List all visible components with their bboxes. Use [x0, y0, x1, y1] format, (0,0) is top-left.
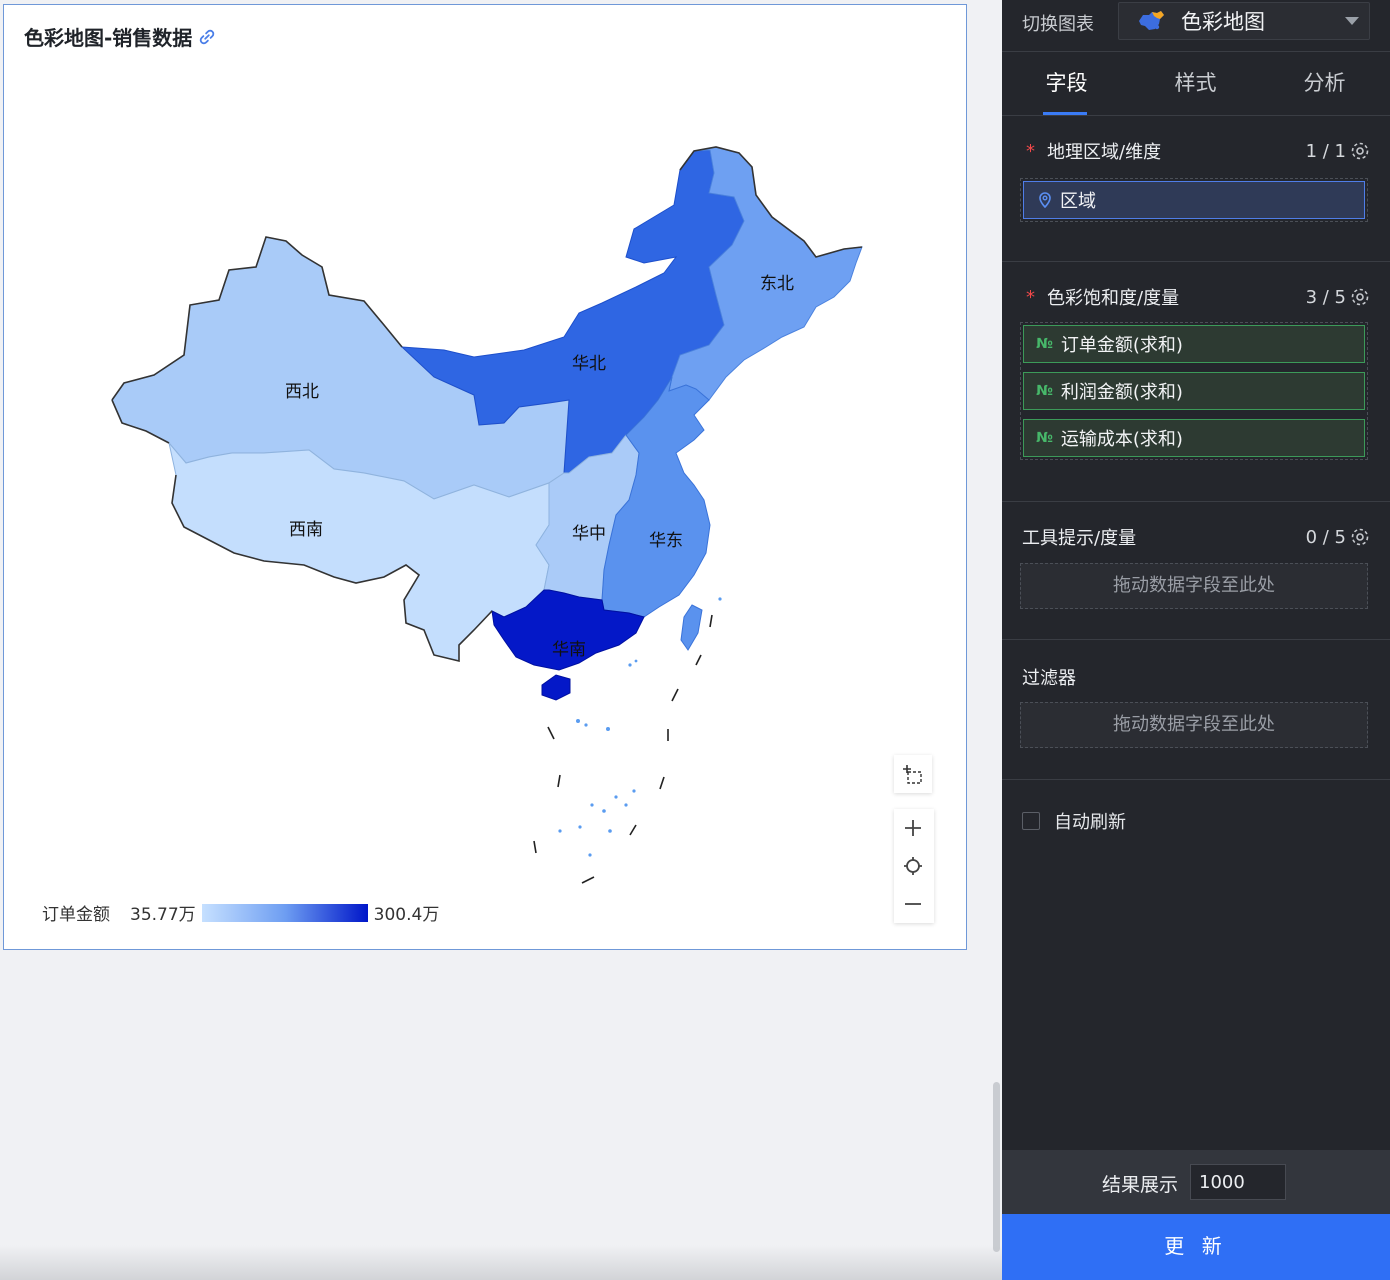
color-legend: 订单金额 35.77万 300.4万 — [42, 900, 439, 925]
tab-analysis[interactable]: 分析 — [1260, 52, 1389, 115]
tooltip-measure-section: 工具提示/度量 0 / 5 拖动数据字段至此处 — [1002, 502, 1390, 640]
legend-gradient-bar[interactable] — [201, 903, 368, 922]
region-huadong-taiwan[interactable] — [680, 604, 703, 651]
geo-section-title: 地理区域/维度 — [1047, 142, 1162, 163]
chevron-down-icon — [1345, 17, 1359, 25]
zoom-in-button[interactable] — [894, 809, 932, 847]
measure-pill-shipping-cost[interactable]: № 运输成本(求和) — [1023, 419, 1365, 457]
update-button[interactable]: 更 新 — [1002, 1214, 1390, 1280]
measure-label: 利润金额(求和) — [1060, 382, 1183, 403]
region-label: 华南 — [552, 640, 586, 660]
geo-dimension-section: * 地理区域/维度 1 / 1 区域 — [1002, 116, 1390, 262]
legend-min-value: 35.77万 — [130, 905, 196, 925]
region-label: 华东 — [649, 531, 683, 551]
china-region-map[interactable]: 西北 华北 东北西南 华中 华东华南 — [4, 5, 966, 949]
chart-type-select[interactable]: 色彩地图 — [1118, 2, 1370, 40]
tooltip-field-count: 0 / 5 — [1305, 526, 1346, 548]
filter-section: 过滤器 拖动数据字段至此处 — [1002, 640, 1390, 780]
zoom-out-button[interactable] — [894, 885, 932, 923]
plus-icon — [905, 820, 921, 836]
canvas-bottom-shadow — [0, 1245, 1002, 1280]
chart-type-value: 色彩地图 — [1181, 10, 1265, 34]
required-mark: * — [1026, 140, 1035, 162]
number-type-icon: № — [1036, 430, 1053, 446]
crosshair-icon — [904, 857, 922, 875]
zoom-tool-group — [894, 809, 934, 923]
geo-field-count: 1 / 1 — [1305, 140, 1346, 162]
result-display-row: 结果展示 — [1002, 1150, 1390, 1214]
map-toolbar — [894, 755, 934, 923]
color-drop-area[interactable]: № 订单金额(求和) № 利润金额(求和) № 运输成本(求和) — [1020, 322, 1368, 460]
measure-label: 运输成本(求和) — [1060, 429, 1183, 450]
tooltip-drop-zone[interactable]: 拖动数据字段至此处 — [1020, 563, 1368, 609]
gear-icon[interactable] — [1350, 141, 1370, 161]
result-display-label: 结果展示 — [1102, 1174, 1179, 1196]
canvas-scrollbar[interactable] — [993, 1082, 1000, 1252]
tab-style[interactable]: 样式 — [1131, 52, 1260, 115]
color-section-title: 色彩饱和度/度量 — [1047, 288, 1180, 309]
region-label: 东北 — [760, 274, 794, 294]
tab-fields[interactable]: 字段 — [1002, 52, 1131, 115]
china-map-icon — [1139, 11, 1164, 30]
region-label: 华中 — [572, 524, 606, 544]
region-label: 西北 — [285, 382, 319, 402]
number-type-icon: № — [1036, 383, 1053, 399]
auto-refresh-checkbox[interactable] — [1022, 812, 1040, 830]
tooltip-section-header: 工具提示/度量 0 / 5 — [1022, 524, 1370, 550]
measure-pill-profit-amount[interactable]: № 利润金额(求和) — [1023, 372, 1365, 410]
chart-card[interactable]: 色彩地图-销售数据 西北 华北 东北 西南 华中 华东 华南 订单金额 35.7… — [3, 4, 967, 950]
auto-refresh-label: 自动刷新 — [1054, 812, 1126, 833]
panel-tabs: 字段 样式 分析 — [1002, 52, 1390, 116]
legend-measure-name: 订单金额 — [42, 905, 110, 925]
geo-field-pill[interactable]: 区域 — [1023, 181, 1365, 219]
color-section-header: * 色彩饱和度/度量 3 / 5 — [1022, 284, 1370, 310]
box-select-icon — [903, 765, 922, 784]
color-measure-section: * 色彩饱和度/度量 3 / 5 № 订单金额(求和) № 利润金额(求和) №… — [1002, 262, 1390, 502]
minus-icon — [905, 903, 921, 905]
legend-max-value: 300.4万 — [373, 905, 440, 925]
region-label: 西南 — [289, 520, 323, 540]
geo-section-header: * 地理区域/维度 1 / 1 — [1022, 138, 1370, 164]
auto-refresh-option[interactable]: 自动刷新 — [1022, 808, 1126, 834]
result-limit-input[interactable] — [1190, 1164, 1286, 1200]
gear-icon[interactable] — [1350, 527, 1370, 547]
location-pin-icon — [1039, 192, 1051, 209]
dashboard-canvas: 色彩地图-销售数据 西北 华北 东北 西南 华中 华东 华南 订单金额 35.7… — [0, 0, 1002, 1280]
filter-section-header: 过滤器 — [1022, 664, 1370, 690]
box-select-tool-button[interactable] — [894, 755, 932, 793]
switch-chart-row: 切换图表 色彩地图 — [1002, 0, 1390, 52]
geo-drop-area[interactable]: 区域 — [1020, 178, 1368, 222]
gear-icon[interactable] — [1350, 287, 1370, 307]
region-label: 华北 — [572, 354, 606, 374]
locate-button[interactable] — [894, 847, 932, 885]
filter-section-title: 过滤器 — [1022, 668, 1076, 689]
geo-field-label: 区域 — [1060, 191, 1096, 212]
color-field-count: 3 / 5 — [1305, 286, 1346, 308]
region-huanan-hainan[interactable] — [541, 674, 571, 701]
number-type-icon: № — [1036, 336, 1053, 352]
switch-chart-label: 切换图表 — [1022, 14, 1094, 35]
tooltip-section-title: 工具提示/度量 — [1022, 528, 1137, 549]
required-mark: * — [1026, 286, 1035, 308]
measure-pill-order-amount[interactable]: № 订单金额(求和) — [1023, 325, 1365, 363]
chart-config-panel: 切换图表 色彩地图 字段 样式 分析 * 地理区域/维度 1 / 1 区域 * … — [1002, 0, 1390, 1280]
filter-drop-zone[interactable]: 拖动数据字段至此处 — [1020, 702, 1368, 748]
measure-label: 订单金额(求和) — [1060, 335, 1183, 356]
